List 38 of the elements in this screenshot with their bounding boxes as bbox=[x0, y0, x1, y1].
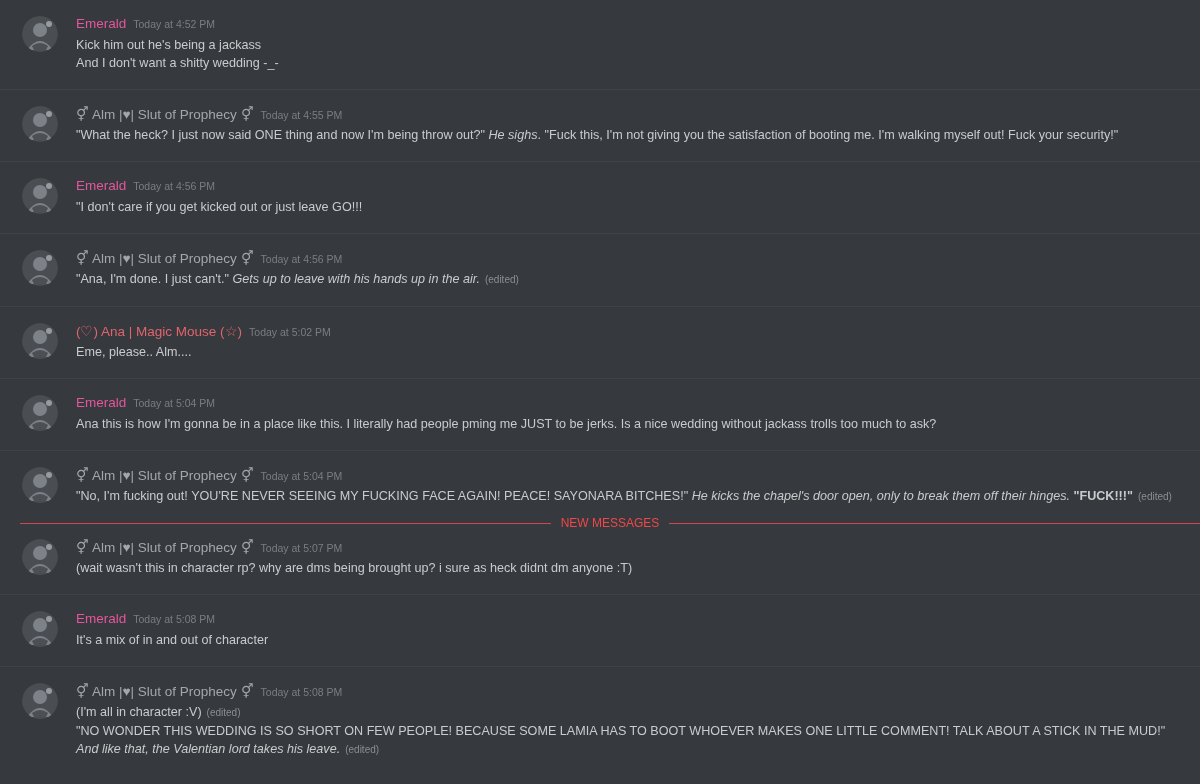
message-text: "NO WONDER THIS WEDDING IS SO SHORT ON FEW PEOPLE! BECAUSE SOME LAMIA HAS TO BOOT WHOEVER MAKES ONE LITTLE COMMENT! TALK ABOUT A STICK IN THE MUD!" bbox=[76, 723, 1166, 740]
edited-label: (edited) bbox=[1138, 490, 1172, 504]
message-text: Kick him out he's being a jackass bbox=[76, 37, 262, 54]
message-text: (I'm all in character :V) bbox=[76, 704, 202, 721]
timestamp: Today at 5:07 PM bbox=[260, 542, 343, 554]
author-name[interactable]: ⚥ Alm |♥| Slut of Prophecy ⚥ bbox=[76, 250, 254, 266]
author-name[interactable]: ⚥ Alm |♥| Slut of Prophecy ⚥ bbox=[76, 106, 254, 122]
timestamp: Today at 5:08 PM bbox=[260, 686, 343, 698]
timestamp: Today at 4:55 PM bbox=[260, 109, 343, 121]
timestamp: Today at 5:04 PM bbox=[260, 470, 343, 482]
author-name[interactable]: ⚥ Alm |♥| Slut of Prophecy ⚥ bbox=[76, 683, 254, 699]
message-text: Ana this is how I'm gonna be in a place like this. I literally had people pming me JUST to be jerks. Is a nice wedding without jackass trolls too much to ask? bbox=[76, 416, 937, 433]
message-text: "No, I'm fucking out! YOU'RE NEVER SEEING MY FUCKING FACE AGAIN! PEACE! SAYONARA BITCHES!" He kicks the chapel's door open, only to break them off their hinges. "FUCK!!!" bbox=[76, 488, 1133, 505]
author-name[interactable]: ⚥ Alm |♥| Slut of Prophecy ⚥ bbox=[76, 539, 254, 555]
timestamp: Today at 5:02 PM bbox=[249, 326, 331, 338]
message-text: "Ana, I'm done. I just can't." Gets up to leave with his hands up in the air. bbox=[76, 271, 480, 288]
author-name[interactable]: Emerald bbox=[76, 611, 127, 626]
timestamp: Today at 5:04 PM bbox=[133, 397, 215, 409]
message-text: It's a mix of in and out of character bbox=[76, 632, 269, 649]
timestamp: Today at 4:56 PM bbox=[260, 253, 343, 265]
message-text: "What the heck? I just now said ONE thing and now I'm being throw out?" He sighs. "Fuck this, I'm not giving you the satisfaction of booting me. I'm walking myself out! Fuck your security!" bbox=[76, 127, 1119, 144]
message-text: And I don't want a shitty wedding -_- bbox=[76, 55, 279, 72]
message-text: (wait wasn't this in character rp? why are dms being brought up? i sure as heck didnt dm anyone :T) bbox=[76, 560, 633, 577]
new-messages-label: NEW MESSAGES bbox=[560, 516, 660, 530]
timestamp: Today at 4:52 PM bbox=[133, 18, 215, 30]
author-name[interactable]: ⚥ Alm |♥| Slut of Prophecy ⚥ bbox=[76, 467, 254, 483]
author-name[interactable]: Emerald bbox=[76, 16, 127, 31]
edited-label: (edited) bbox=[206, 706, 241, 720]
message-text: Eme, please.. Alm.... bbox=[76, 344, 192, 361]
author-name[interactable]: (♡) Ana | Magic Mouse (☆) bbox=[76, 323, 243, 339]
author-name[interactable]: Emerald bbox=[76, 395, 127, 410]
edited-label: (edited) bbox=[484, 273, 519, 287]
edited-label: (edited) bbox=[345, 743, 380, 757]
message-text: "I don't care if you get kicked out or just leave GO!!! bbox=[76, 199, 363, 216]
author-name[interactable]: Emerald bbox=[76, 178, 127, 193]
timestamp: Today at 4:56 PM bbox=[133, 180, 215, 192]
message-text: And like that, the Valentian lord takes his leave. bbox=[76, 741, 341, 758]
timestamp: Today at 5:08 PM bbox=[133, 613, 215, 625]
